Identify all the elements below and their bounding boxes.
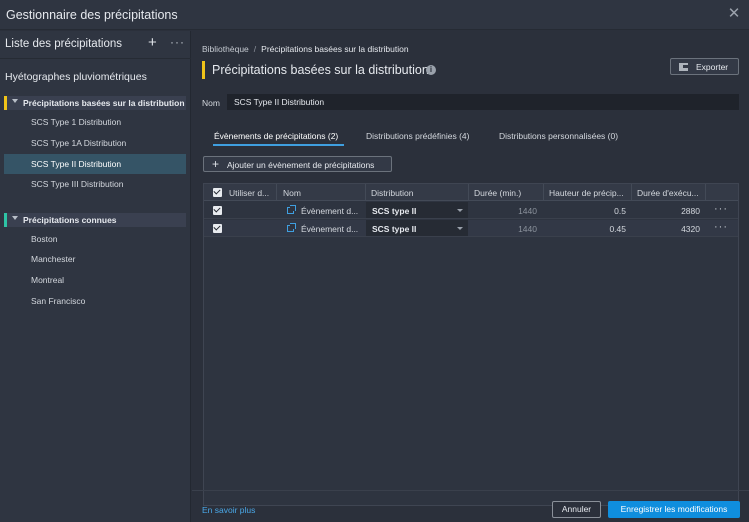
tree-item-scs-type-1a[interactable]: SCS Type 1A Distribution [4, 133, 186, 153]
tree-item-scs-type-ii[interactable]: SCS Type II Distribution [4, 154, 186, 174]
column-header-duration[interactable]: Durée (min.) [474, 188, 521, 198]
duration-value[interactable]: 1440 [474, 224, 537, 234]
column-divider[interactable] [468, 184, 469, 201]
tree-item-scs-type-iii[interactable]: SCS Type III Distribution [4, 174, 186, 194]
tab-custom-distributions[interactable]: Distributions personnalisées (0) [499, 131, 618, 141]
cancel-button[interactable]: Annuler [552, 501, 601, 518]
column-divider[interactable] [631, 184, 632, 201]
distribution-select[interactable]: SCS type II [366, 202, 468, 218]
tree-item-label: SCS Type 1A Distribution [31, 138, 127, 148]
depth-value[interactable]: 0.45 [549, 224, 626, 234]
group-known-rainfall[interactable]: Précipitations connues [4, 213, 186, 227]
export-label: Exporter [696, 62, 729, 72]
table-header: Utiliser d... Nom Distribution Durée (mi… [204, 184, 738, 201]
distribution-value: SCS type II [372, 224, 417, 234]
tab-predefined-distributions[interactable]: Distributions prédéfinies (4) [366, 131, 469, 141]
use-checkbox[interactable] [213, 206, 222, 215]
group-accent-bar [4, 213, 7, 227]
breadcrumb: Bibliothèque / Précipitations basées sur l… [202, 44, 409, 54]
tree-item-label: San Francisco [31, 296, 86, 306]
rainfall-list-panel: Liste des précipitations + ··· Hyétograp… [0, 31, 191, 522]
export-button[interactable]: Exporter [670, 58, 739, 75]
depth-value[interactable]: 0.5 [549, 206, 626, 216]
tree-item-label: SCS Type 1 Distribution [31, 117, 122, 127]
column-divider[interactable] [276, 184, 277, 201]
breadcrumb-separator: / [253, 44, 257, 54]
column-divider[interactable] [365, 184, 366, 201]
title-bar: Gestionnaire des précipitations ✕ [0, 0, 749, 30]
left-panel-title: Liste des précipitations [5, 38, 122, 50]
row-more-icon[interactable]: ··· [714, 221, 728, 233]
learn-more-link[interactable]: En savoir plus [202, 505, 255, 515]
tree-item-scs-type-1[interactable]: SCS Type 1 Distribution [4, 112, 186, 132]
section-heading: Hyétographes pluviométriques [5, 71, 147, 83]
open-link-icon[interactable] [287, 205, 296, 214]
group-accent-bar [4, 96, 7, 110]
breadcrumb-current: Précipitations basées sur la distributio… [261, 44, 409, 54]
chevron-down-icon [457, 227, 463, 230]
tree-item-label: SCS Type III Distribution [31, 179, 124, 189]
tree-item-san-francisco[interactable]: San Francisco [4, 291, 186, 311]
plus-icon: + [212, 157, 220, 171]
column-header-name[interactable]: Nom [283, 188, 301, 198]
name-label: Nom [202, 98, 220, 108]
add-event-button[interactable]: + Ajouter un évènement de précipitations [203, 156, 392, 172]
tree-item-manchester[interactable]: Manchester [4, 249, 186, 269]
column-divider[interactable] [543, 184, 544, 201]
add-event-label: Ajouter un évènement de précipitations [227, 160, 375, 170]
name-field[interactable] [227, 94, 739, 110]
column-header-run-duration[interactable]: Durée d'exécu... [637, 188, 703, 198]
column-header-distribution[interactable]: Distribution [371, 188, 414, 198]
row-more-icon[interactable]: ··· [714, 203, 728, 215]
page-title: Précipitations basées sur la distributio… [212, 63, 429, 77]
detail-panel: Bibliothèque / Précipitations basées sur l… [192, 31, 749, 522]
tree-item-label: Montreal [31, 275, 65, 285]
group-label: Précipitations basées sur la distributio… [23, 98, 185, 108]
table-row[interactable]: Évènement d... SCS type II 1440 0.45 432… [204, 220, 738, 237]
column-header-use[interactable]: Utiliser d... [229, 188, 271, 198]
window-title: Gestionnaire des précipitations [6, 8, 178, 22]
run-duration-value[interactable]: 4320 [637, 224, 700, 234]
events-table: Utiliser d... Nom Distribution Durée (mi… [203, 183, 739, 506]
save-button[interactable]: Enregistrer les modifications [608, 501, 740, 518]
table-row[interactable]: Évènement d... SCS type II 1440 0.5 2880… [204, 202, 738, 219]
duration-value[interactable]: 1440 [474, 206, 537, 216]
tree-item-label: SCS Type II Distribution [31, 159, 122, 169]
tab-rainfall-events[interactable]: Évènements de précipitations (2) [214, 131, 338, 141]
event-name: Évènement d... [301, 224, 359, 234]
select-all-checkbox[interactable] [213, 188, 222, 197]
run-duration-value[interactable]: 2880 [637, 206, 700, 216]
add-icon[interactable]: + [148, 35, 157, 50]
tree-item-label: Boston [31, 234, 58, 244]
event-name: Évènement d... [301, 206, 359, 216]
info-icon[interactable]: i [426, 65, 436, 75]
group-label: Précipitations connues [23, 215, 117, 225]
breadcrumb-root[interactable]: Bibliothèque [202, 44, 249, 54]
use-checkbox[interactable] [213, 224, 222, 233]
group-distribution-based[interactable]: Précipitations basées sur la distributio… [4, 96, 186, 110]
footer: En savoir plus Annuler Enregistrer les m… [192, 490, 749, 522]
chevron-down-icon[interactable] [12, 216, 18, 220]
left-panel-header: Liste des précipitations + ··· [0, 31, 191, 59]
tree-item-montreal[interactable]: Montreal [4, 270, 186, 290]
export-icon [679, 63, 689, 71]
open-link-icon[interactable] [287, 223, 296, 232]
tree-item-label: Manchester [31, 254, 76, 264]
column-divider[interactable] [705, 184, 706, 201]
active-tab-indicator [213, 144, 344, 146]
close-icon[interactable]: ✕ [727, 6, 741, 21]
chevron-down-icon[interactable] [12, 99, 18, 103]
chevron-down-icon [457, 209, 463, 212]
more-options-icon[interactable]: ··· [170, 36, 185, 48]
tree-item-boston[interactable]: Boston [4, 229, 186, 249]
distribution-value: SCS type II [372, 206, 417, 216]
title-accent-bar [202, 61, 205, 79]
distribution-select[interactable]: SCS type II [366, 220, 468, 236]
column-header-depth[interactable]: Hauteur de précip... [549, 188, 629, 198]
